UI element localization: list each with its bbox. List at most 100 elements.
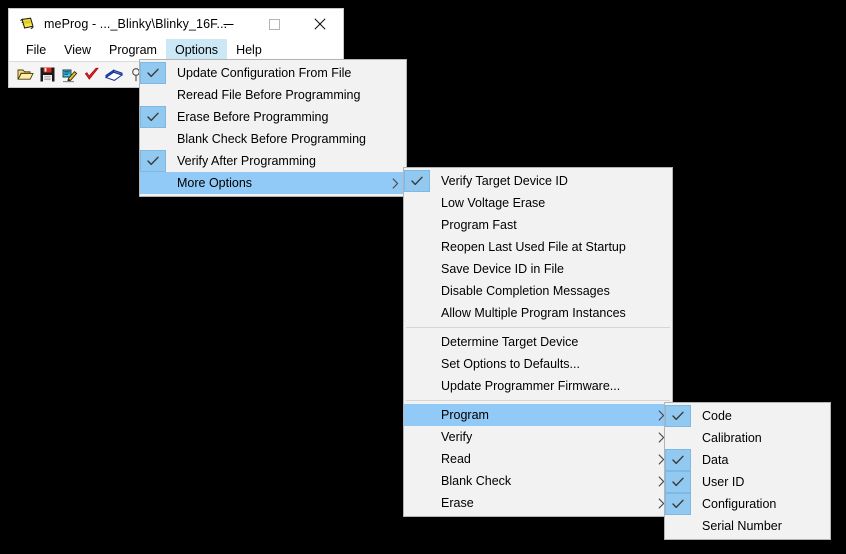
save-file-icon[interactable] <box>37 64 58 85</box>
menu-item-program-fast[interactable]: Program Fast <box>404 214 672 236</box>
menu-item-erase-before-programming[interactable]: Erase Before Programming <box>140 106 406 128</box>
menu-item-user-id[interactable]: User ID <box>665 471 830 493</box>
checkmark-icon <box>404 470 430 492</box>
menu-item-calibration[interactable]: Calibration <box>665 427 830 449</box>
menu-item-low-voltage-erase[interactable]: Low Voltage Erase <box>404 192 672 214</box>
checkmark-icon <box>140 172 166 194</box>
menu-item-label: Erase <box>441 496 474 510</box>
menu-item-blank-check[interactable]: Blank Check <box>404 470 672 492</box>
menu-item-update-programmer-firmware[interactable]: Update Programmer Firmware... <box>404 375 672 397</box>
menu-item-label: Serial Number <box>702 519 782 533</box>
program-submenu[interactable]: Code Calibration Data User ID Configurat… <box>664 402 831 540</box>
checkmark-icon <box>665 471 691 493</box>
menu-item-label: Program <box>441 408 489 422</box>
menubar-item-file[interactable]: File <box>17 39 55 61</box>
menu-item-label: Low Voltage Erase <box>441 196 546 210</box>
menu-item-code[interactable]: Code <box>665 405 830 427</box>
verify-check-icon[interactable] <box>81 64 102 85</box>
menu-item-label: Calibration <box>702 431 762 445</box>
menu-item-update-configuration-from-file[interactable]: Update Configuration From File <box>140 62 406 84</box>
checkmark-icon <box>665 493 691 515</box>
chip-icon <box>18 16 36 32</box>
menu-item-label: Program Fast <box>441 218 517 232</box>
menu-bar: File View Program Options Help <box>9 39 343 61</box>
menu-item-label: User ID <box>702 475 745 489</box>
maximize-button[interactable] <box>251 9 297 39</box>
checkmark-icon <box>665 427 691 449</box>
menubar-item-help[interactable]: Help <box>227 39 271 61</box>
menu-item-label: Save Device ID in File <box>441 262 564 276</box>
menu-item-verify-after-programming[interactable]: Verify After Programming <box>140 150 406 172</box>
maximize-icon <box>268 18 280 30</box>
open-file-icon[interactable] <box>15 64 36 85</box>
menu-item-reopen-last-used-file-at-startup[interactable]: Reopen Last Used File at Startup <box>404 236 672 258</box>
checkmark-icon <box>140 150 166 172</box>
menu-item-serial-number[interactable]: Serial Number <box>665 515 830 537</box>
menu-item-label: More Options <box>177 176 253 190</box>
menu-item-label: Configuration <box>702 497 777 511</box>
menu-item-label: Disable Completion Messages <box>441 284 610 298</box>
menu-item-erase[interactable]: Erase <box>404 492 672 514</box>
minimize-button[interactable] <box>205 9 251 39</box>
menu-item-data[interactable]: Data <box>665 449 830 471</box>
menu-item-disable-completion-messages[interactable]: Disable Completion Messages <box>404 280 672 302</box>
menu-item-label: Verify <box>441 430 473 444</box>
more-options-submenu[interactable]: Verify Target Device ID Low Voltage Eras… <box>403 167 673 517</box>
menu-item-read[interactable]: Read <box>404 448 672 470</box>
close-icon <box>314 18 326 30</box>
checkmark-icon <box>404 192 430 214</box>
menu-item-label: Blank Check <box>441 474 512 488</box>
minimize-icon <box>223 23 233 25</box>
title-bar[interactable]: meProg - ..._Blinky\Blinky_16F... <box>9 9 343 39</box>
checkmark-icon <box>140 84 166 106</box>
screen: meProg - ..._Blinky\Blinky_16F... File V… <box>0 0 846 554</box>
options-menu[interactable]: Update Configuration From File Reread Fi… <box>139 59 407 197</box>
checkmark-icon <box>665 449 691 471</box>
window-title: meProg - ..._Blinky\Blinky_16F... <box>44 17 228 31</box>
menu-item-label: Blank Check Before Programming <box>177 132 366 146</box>
checkmark-icon <box>404 426 430 448</box>
checkmark-icon <box>404 331 430 353</box>
program-write-icon[interactable] <box>59 64 80 85</box>
menu-item-label: Allow Multiple Program Instances <box>441 306 626 320</box>
menu-separator <box>406 400 670 401</box>
checkmark-icon <box>404 404 430 426</box>
menu-item-label: Set Options to Defaults... <box>441 357 580 371</box>
menu-item-verify[interactable]: Verify <box>404 426 672 448</box>
menu-item-allow-multiple-program-instances[interactable]: Allow Multiple Program Instances <box>404 302 672 324</box>
menu-item-set-options-to-defaults[interactable]: Set Options to Defaults... <box>404 353 672 375</box>
menubar-item-program[interactable]: Program <box>100 39 166 61</box>
menu-item-save-device-id-in-file[interactable]: Save Device ID in File <box>404 258 672 280</box>
checkmark-icon <box>665 515 691 537</box>
menu-item-reread-file-before-programming[interactable]: Reread File Before Programming <box>140 84 406 106</box>
menubar-item-view[interactable]: View <box>55 39 100 61</box>
menu-item-label: Verify After Programming <box>177 154 316 168</box>
menu-item-program[interactable]: Program <box>404 404 672 426</box>
menu-item-blank-check-before-programming[interactable]: Blank Check Before Programming <box>140 128 406 150</box>
menu-item-label: Code <box>702 409 732 423</box>
menu-item-label: Update Configuration From File <box>177 66 352 80</box>
menubar-item-options[interactable]: Options <box>165 39 228 61</box>
checkmark-icon <box>665 405 691 427</box>
checkmark-icon <box>404 214 430 236</box>
window-controls <box>205 9 343 39</box>
menu-item-label: Erase Before Programming <box>177 110 329 124</box>
menu-item-more-options[interactable]: More Options <box>140 172 406 194</box>
menu-item-label: Determine Target Device <box>441 335 579 349</box>
menu-item-label: Read <box>441 452 471 466</box>
menu-item-label: Reopen Last Used File at Startup <box>441 240 626 254</box>
menu-item-label: Data <box>702 453 729 467</box>
checkmark-icon <box>404 258 430 280</box>
checkmark-icon <box>404 448 430 470</box>
close-button[interactable] <box>297 9 343 39</box>
checkmark-icon <box>404 375 430 397</box>
menu-item-determine-target-device[interactable]: Determine Target Device <box>404 331 672 353</box>
menu-separator <box>406 327 670 328</box>
erase-icon[interactable] <box>103 64 124 85</box>
menu-item-configuration[interactable]: Configuration <box>665 493 830 515</box>
menu-item-label: Verify Target Device ID <box>441 174 568 188</box>
menu-item-verify-target-device-id[interactable]: Verify Target Device ID <box>404 170 672 192</box>
checkmark-icon <box>404 353 430 375</box>
menu-item-label: Reread File Before Programming <box>177 88 361 102</box>
checkmark-icon <box>404 302 430 324</box>
